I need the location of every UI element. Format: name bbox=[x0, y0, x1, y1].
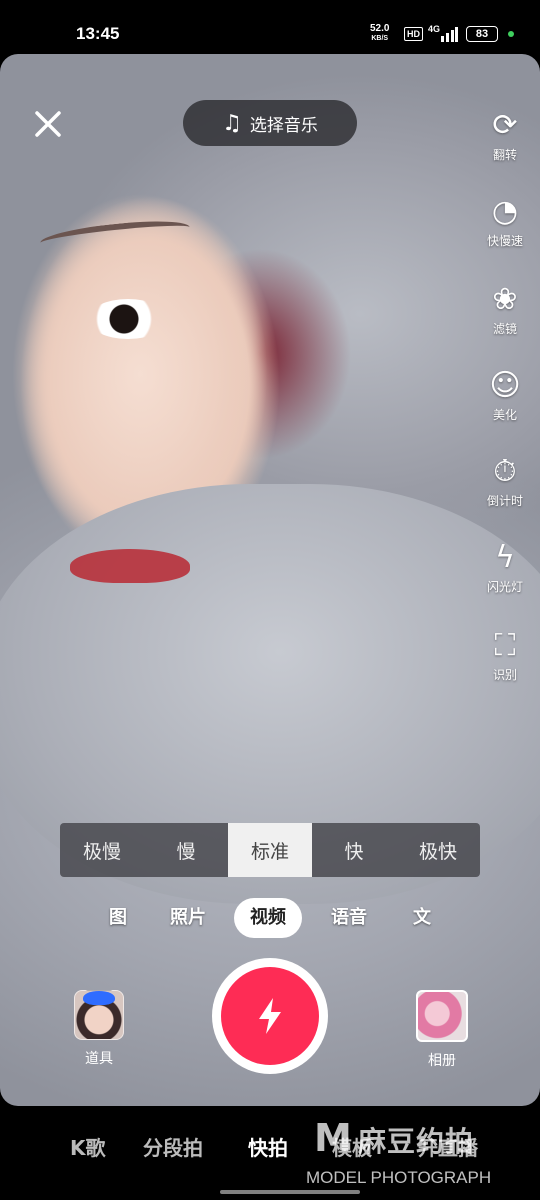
tool-flash-label: 闪光灯 bbox=[486, 580, 523, 594]
nav-item-template[interactable]: 模板 bbox=[332, 1132, 372, 1161]
flip-camera-icon: ⟳ bbox=[492, 108, 518, 143]
capture-mode-tabs: 图 照片 视频 语音 文 bbox=[0, 898, 540, 938]
network-type: 4G bbox=[428, 24, 441, 34]
bottom-nav: K歌 分段拍 快拍 模板 开直播 bbox=[0, 1106, 540, 1186]
tool-flash[interactable]: ϟ 闪光灯 bbox=[478, 536, 532, 594]
scan-recognize-icon: ⛶ bbox=[494, 628, 516, 663]
network-speed: 52.0 KB/S bbox=[370, 24, 389, 44]
status-bar: 13:45 52.0 KB/S HD 4G 83 bbox=[0, 0, 540, 52]
speed-option[interactable]: 快 bbox=[312, 823, 396, 877]
eye bbox=[88, 299, 168, 339]
record-button-inner bbox=[221, 967, 319, 1065]
speed-option[interactable]: 极慢 bbox=[60, 823, 144, 877]
tool-filter-label: 滤镜 bbox=[492, 322, 517, 336]
tool-countdown[interactable]: ⏱ 倒计时 bbox=[478, 450, 532, 508]
tool-flip[interactable]: ⟳ 翻转 bbox=[478, 104, 532, 162]
home-indicator[interactable] bbox=[220, 1190, 360, 1194]
flash-off-icon: ϟ bbox=[495, 540, 515, 575]
nav-item-segment[interactable]: 分段拍 bbox=[143, 1132, 203, 1161]
beautify-icon: ☺ bbox=[489, 368, 521, 403]
mode-tab[interactable]: 语音 bbox=[331, 898, 367, 938]
nav-item-karaoke[interactable]: K歌 bbox=[70, 1132, 106, 1161]
nav-item-quick-shot[interactable]: 快拍 bbox=[248, 1132, 288, 1161]
tool-speed[interactable]: ◔ 快慢速 bbox=[478, 190, 532, 248]
props-label: 道具 bbox=[85, 1051, 113, 1067]
props-thumbnail bbox=[74, 990, 124, 1040]
lips bbox=[70, 549, 190, 583]
close-icon[interactable] bbox=[30, 106, 66, 142]
album-button[interactable]: 相册 bbox=[416, 990, 468, 1070]
music-note-icon: ♫ bbox=[222, 110, 242, 136]
tool-beautify-label: 美化 bbox=[492, 408, 517, 422]
select-music-button[interactable]: ♫ 选择音乐 bbox=[183, 100, 357, 146]
speed-gauge-icon: ◔ bbox=[491, 194, 519, 229]
hd-badge: HD bbox=[404, 27, 423, 41]
tool-beautify[interactable]: ☺ 美化 bbox=[478, 364, 532, 422]
network-speed-value: 52.0 bbox=[370, 23, 390, 34]
tool-filter[interactable]: ❀ 滤镜 bbox=[478, 278, 532, 336]
tool-speed-label: 快慢速 bbox=[486, 234, 523, 248]
network-speed-unit: KB/S bbox=[371, 35, 389, 42]
filter-icon: ❀ bbox=[492, 282, 518, 317]
album-thumbnail bbox=[416, 990, 468, 1042]
speed-option[interactable]: 慢 bbox=[144, 823, 228, 877]
select-music-label: 选择音乐 bbox=[249, 115, 318, 136]
camera-viewfinder[interactable] bbox=[0, 54, 540, 1106]
speed-option-selected[interactable]: 标准 bbox=[228, 823, 312, 877]
mode-tab[interactable]: 文 bbox=[413, 898, 431, 938]
album-label: 相册 bbox=[428, 1053, 456, 1069]
record-button[interactable] bbox=[212, 958, 328, 1074]
privacy-dot bbox=[508, 31, 514, 37]
tool-recognize[interactable]: ⛶ 识别 bbox=[478, 624, 532, 682]
lightning-icon bbox=[259, 998, 281, 1034]
tool-recognize-label: 识别 bbox=[492, 668, 517, 682]
bow-sticker bbox=[83, 991, 115, 1005]
mode-tab[interactable]: 照片 bbox=[170, 898, 206, 938]
status-time: 13:45 bbox=[76, 24, 120, 43]
tool-countdown-label: 倒计时 bbox=[486, 494, 523, 508]
nav-item-go-live[interactable]: 开直播 bbox=[418, 1132, 478, 1161]
signal-icon bbox=[441, 27, 458, 42]
speed-selector: 极慢 慢 标准 快 极快 bbox=[60, 823, 480, 877]
mode-tab[interactable]: 图 bbox=[109, 898, 127, 938]
tool-flip-label: 翻转 bbox=[492, 148, 517, 162]
speed-option[interactable]: 极快 bbox=[396, 823, 480, 877]
battery-indicator: 83 bbox=[466, 26, 498, 42]
mode-tab-selected[interactable]: 视频 bbox=[234, 898, 302, 938]
countdown-timer-icon: ⏱ bbox=[493, 454, 517, 489]
props-button[interactable]: 道具 bbox=[74, 990, 124, 1068]
